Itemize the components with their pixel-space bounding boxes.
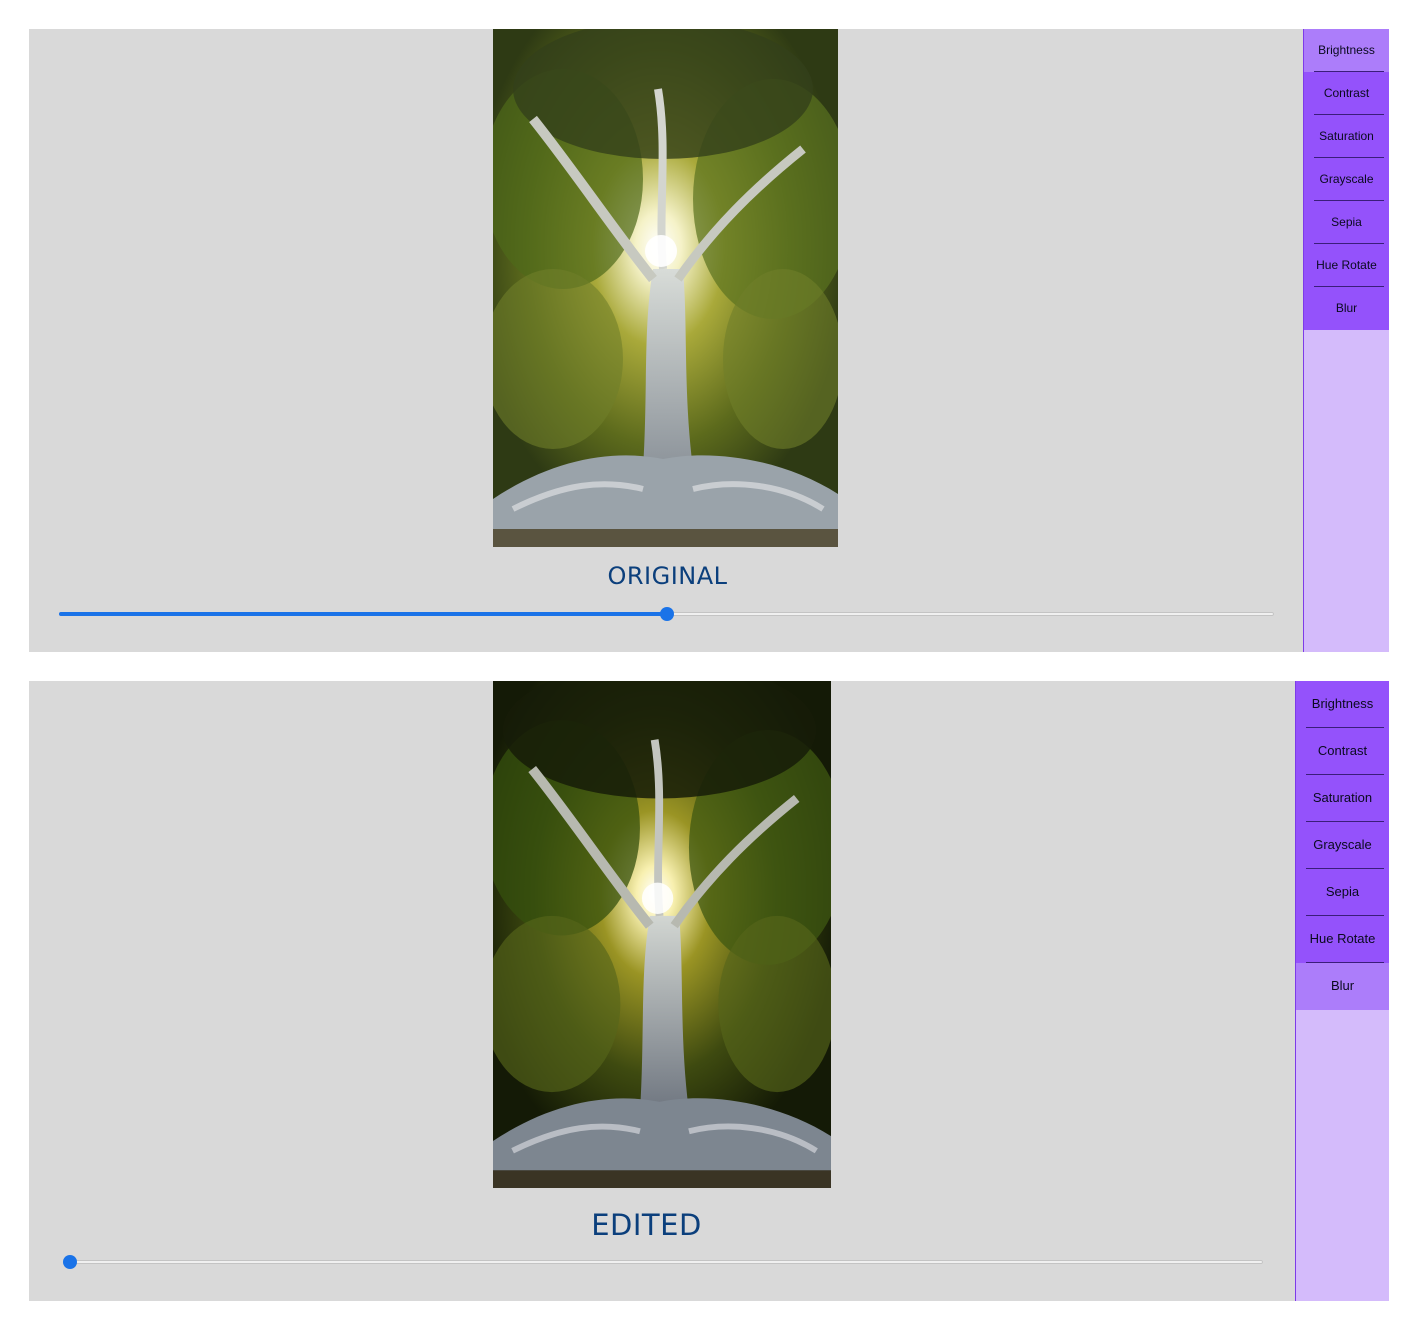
edited-panel: EDITED Brightness Contrast Saturation Gr… <box>29 681 1389 1301</box>
edited-filter-menu: Brightness Contrast Saturation Grayscale… <box>1295 681 1389 1301</box>
edited-caption: EDITED <box>591 1208 702 1242</box>
grayscale-button[interactable]: Grayscale <box>1304 158 1389 201</box>
brightness-button[interactable]: Brightness <box>1296 681 1389 728</box>
original-slider-thumb[interactable] <box>659 607 674 621</box>
original-slider[interactable] <box>59 607 1274 621</box>
edited-slider-thumb[interactable] <box>63 1255 77 1269</box>
sepia-button[interactable]: Sepia <box>1296 869 1389 916</box>
brightness-button[interactable]: Brightness <box>1304 29 1389 72</box>
original-tree-photo <box>493 29 838 547</box>
sepia-button[interactable]: Sepia <box>1304 201 1389 244</box>
blur-button[interactable]: Blur <box>1304 287 1389 330</box>
hue-rotate-button[interactable]: Hue Rotate <box>1304 244 1389 287</box>
original-slider-fill <box>59 612 667 616</box>
original-caption: ORIGINAL <box>607 562 728 590</box>
contrast-button[interactable]: Contrast <box>1304 72 1389 115</box>
grayscale-button[interactable]: Grayscale <box>1296 822 1389 869</box>
original-panel: ORIGINAL Brightness Contrast Saturation … <box>29 29 1389 652</box>
hue-rotate-button[interactable]: Hue Rotate <box>1296 916 1389 963</box>
saturation-button[interactable]: Saturation <box>1296 775 1389 822</box>
saturation-button[interactable]: Saturation <box>1304 115 1389 158</box>
contrast-button[interactable]: Contrast <box>1296 728 1389 775</box>
original-filter-menu: Brightness Contrast Saturation Grayscale… <box>1303 29 1389 652</box>
blur-button[interactable]: Blur <box>1296 963 1389 1010</box>
edited-tree-photo <box>493 681 831 1188</box>
edited-slider[interactable] <box>63 1255 1263 1269</box>
